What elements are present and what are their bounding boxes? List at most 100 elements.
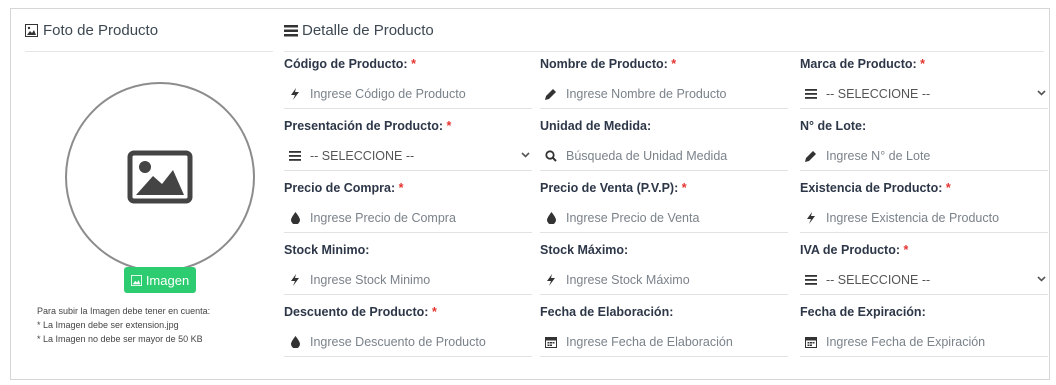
photo-panel-header: Foto de Producto (25, 9, 273, 52)
input-field[interactable]: Ingrese Nombre de Producto (540, 80, 788, 109)
photo-panel-title: Foto de Producto (43, 21, 159, 39)
drop-icon (286, 212, 304, 224)
image-icon (130, 274, 142, 286)
field-label-text: N° de Lote: (800, 119, 867, 133)
field-label-text: Existencia de Producto: (800, 181, 943, 195)
required-marker: * (398, 181, 404, 195)
field-label: Fecha de Elaboración: (540, 302, 788, 322)
form-field: Stock Máximo: Ingrese Stock Máximo (540, 240, 788, 295)
chevron-down-icon[interactable] (1037, 88, 1046, 99)
drop-icon (286, 336, 304, 348)
input-field[interactable]: Ingrese Descuento de Producto (284, 328, 532, 357)
field-label-text: Unidad de Medida: (540, 119, 652, 133)
pencil-icon (542, 88, 560, 100)
detail-panel: Detalle de Producto Código de Producto: … (284, 9, 1048, 357)
note-line: * La Imagen no debe ser mayor de 50 KB (37, 334, 203, 344)
input-field[interactable]: Ingrese Stock Máximo (540, 266, 788, 295)
detail-panel-header: Detalle de Producto (284, 9, 1044, 52)
field-label: Existencia de Producto: * (800, 178, 1048, 198)
input-field[interactable]: Ingrese Precio de Venta (540, 204, 788, 233)
field-label: Unidad de Medida: (540, 116, 788, 136)
form-field: Marca de Producto: * -- SELECCIONE -- (800, 54, 1048, 109)
upload-image-button[interactable]: Imagen (124, 267, 196, 293)
placeholder-text: Búsqueda de Unidad Medida (566, 149, 728, 163)
form-field: Nombre de Producto: * Ingrese Nombre de P… (540, 54, 788, 109)
detail-panel-title: Detalle de Producto (302, 21, 434, 39)
form-field: Descuento de Producto: * Ingrese Descuent… (284, 302, 532, 357)
note-line: Para subir la Imagen debe tener en cuent… (37, 306, 211, 316)
field-label: Nombre de Producto: * (540, 54, 788, 74)
field-label: Stock Minimo: (284, 240, 532, 260)
placeholder-text: Ingrese Existencia de Producto (826, 211, 1000, 225)
placeholder-text: Ingrese Precio de Compra (310, 211, 456, 225)
field-label-text: Código de Producto: (284, 57, 408, 71)
placeholder-text: -- SELECCIONE -- (826, 87, 931, 101)
field-label-text: Descuento de Producto: (284, 305, 429, 319)
pencil-icon (802, 150, 820, 162)
image-icon (25, 23, 38, 37)
field-label-text: Marca de Producto: (800, 57, 917, 71)
placeholder-text: Ingrese Fecha de Expiración (826, 335, 986, 349)
input-field[interactable]: Ingrese Existencia de Producto (800, 204, 1048, 233)
chevron-down-icon[interactable] (521, 150, 530, 161)
field-label: Código de Producto: * (284, 54, 532, 74)
field-label: Precio de Compra: * (284, 178, 532, 198)
placeholder-text: Ingrese Nombre de Producto (566, 87, 727, 101)
form-field: Fecha de Expiración: Ingrese Fecha de Ex… (800, 302, 1048, 357)
product-form-card: Foto de Producto Imagen Para subir la Im… (10, 8, 1050, 380)
placeholder-text: Ingrese Descuento de Producto (310, 335, 486, 349)
chevron-down-icon[interactable] (1037, 274, 1046, 285)
drop-icon (542, 212, 560, 224)
form-field: Unidad de Medida: Búsqueda de Unidad Med… (540, 116, 788, 171)
field-label: Precio de Venta (P.V.P): * (540, 178, 788, 198)
bolt-icon (542, 274, 560, 286)
field-label-text: Fecha de Elaboración: (540, 305, 674, 319)
required-marker: * (446, 119, 452, 133)
form-field: Código de Producto: * Ingrese Código de P… (284, 54, 532, 109)
input-field[interactable]: Ingrese Código de Producto (284, 80, 532, 109)
field-label-text: Presentación de Producto: (284, 119, 444, 133)
select-field[interactable]: -- SELECCIONE -- (284, 142, 532, 171)
required-marker: * (671, 57, 677, 71)
input-field[interactable]: Ingrese Fecha de Elaboración (540, 328, 788, 357)
upload-image-label: Imagen (145, 272, 190, 288)
input-field[interactable]: Ingrese Precio de Compra (284, 204, 532, 233)
input-field[interactable]: Búsqueda de Unidad Medida (540, 142, 788, 171)
input-field[interactable]: Ingrese Stock Minimo (284, 266, 532, 295)
field-label-text: Stock Minimo: (284, 243, 370, 257)
placeholder-text: -- SELECCIONE -- (826, 273, 931, 287)
required-marker: * (411, 57, 416, 71)
select-field[interactable]: -- SELECCIONE -- (800, 80, 1048, 109)
field-label: Fecha de Expiración: (800, 302, 1048, 322)
required-marker: * (920, 57, 926, 71)
placeholder-text: Ingrese Fecha de Elaboración (566, 335, 733, 349)
required-marker: * (945, 181, 951, 195)
list-icon (284, 24, 298, 37)
note-line: * La Imagen debe ser extension.jpg (37, 320, 179, 330)
field-label-text: Precio de Compra: (284, 181, 396, 195)
input-field[interactable]: Ingrese Fecha de Expiración (800, 328, 1048, 357)
form-field: IVA de Producto: * -- SELECCIONE -- (800, 240, 1048, 295)
form-field: N° de Lote: Ingrese N° de Lote (800, 116, 1048, 171)
form-field: Fecha de Elaboración: Ingrese Fecha de E… (540, 302, 788, 357)
list-icon (286, 151, 304, 161)
placeholder-text: Ingrese N° de Lote (826, 149, 931, 163)
photo-panel: Foto de Producto Imagen Para subir la Im… (25, 9, 273, 344)
calendar-icon (802, 336, 820, 348)
form-field: Presentación de Producto: * -- SELECCIONE… (284, 116, 532, 171)
field-label: Stock Máximo: (540, 240, 788, 260)
calendar-icon (542, 336, 560, 348)
form-field: Precio de Compra: * Ingrese Precio de Com… (284, 178, 532, 233)
bolt-icon (286, 274, 304, 286)
placeholder-text: Ingrese Código de Producto (310, 87, 466, 101)
select-field[interactable]: -- SELECCIONE -- (800, 266, 1048, 295)
list-icon (802, 89, 820, 99)
required-marker: * (903, 243, 909, 257)
required-marker: * (681, 181, 687, 195)
field-label-text: Fecha de Expiración: (800, 305, 926, 319)
form-field: Stock Minimo: Ingrese Stock Minimo (284, 240, 532, 295)
bolt-icon (802, 212, 820, 224)
search-icon (542, 150, 560, 162)
input-field[interactable]: Ingrese N° de Lote (800, 142, 1048, 171)
image-placeholder-icon (127, 150, 193, 204)
